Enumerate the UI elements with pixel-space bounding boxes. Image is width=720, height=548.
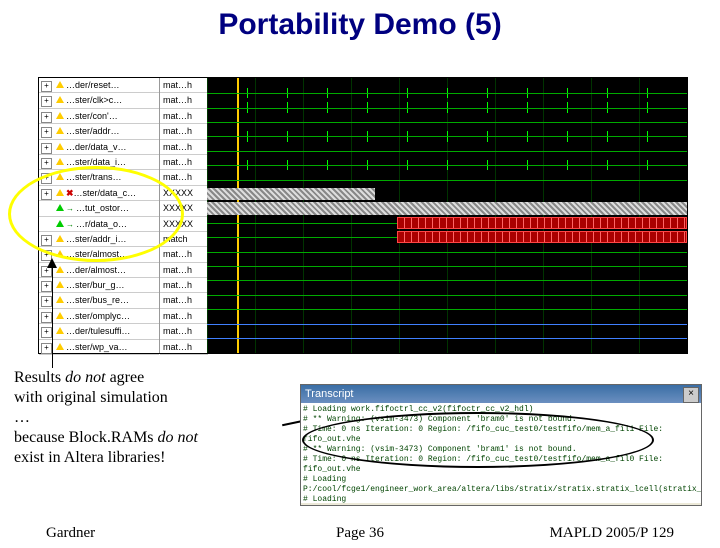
signal-value: mat…h — [160, 340, 208, 355]
transcript-line: # Loading work.fifoctrl_cc_v2(fifoctr_cc… — [303, 405, 699, 415]
signal-row[interactable]: +…ster/omplyc… — [39, 309, 159, 324]
signal-row[interactable]: +…ster/bur_g… — [39, 278, 159, 293]
waveform-row — [207, 288, 687, 302]
waveform-row — [207, 316, 687, 330]
slide-title: Portability Demo (5) — [0, 8, 720, 42]
waveform-row — [207, 129, 687, 143]
waveform-row — [207, 201, 687, 215]
waveform-row — [207, 216, 687, 230]
results-text-block: Results do not agree with original simul… — [14, 368, 294, 468]
signal-row[interactable]: +…ster/wp_va… — [39, 340, 159, 355]
transcript-title-text: Transcript — [305, 388, 354, 400]
signal-value: mat…h — [160, 109, 208, 124]
results-line4a: because Block.RAMs — [14, 429, 158, 446]
results-line4-em: do not — [158, 429, 198, 446]
waveform-row — [207, 273, 687, 287]
signal-value: mat…h — [160, 293, 208, 308]
waveform-row — [207, 115, 687, 129]
close-icon[interactable]: × — [683, 387, 699, 403]
signal-value: mat…h — [160, 247, 208, 262]
slide-footer: Gardner Page 36 MAPLD 2005/P 129 — [0, 525, 720, 542]
signal-row[interactable]: +…ster/addr_i… — [39, 232, 159, 247]
footer-author: Gardner — [46, 525, 95, 542]
waveform-row — [207, 144, 687, 158]
signal-row[interactable]: +…ster/almost… — [39, 247, 159, 262]
signal-row[interactable]: +…ster/con'… — [39, 109, 159, 124]
annotation-arrow-shaft — [52, 262, 53, 368]
waveform-row — [207, 86, 687, 100]
signal-row[interactable]: +…ster/data_i… — [39, 155, 159, 170]
waveform-row — [207, 331, 687, 345]
transcript-line: # ** Warning: (vsim-3473) Component 'bra… — [303, 445, 699, 455]
signal-value: mat…h — [160, 124, 208, 139]
signal-value: mat…h — [160, 278, 208, 293]
results-line5: exist in Altera libraries! — [14, 449, 166, 466]
waveform-row — [207, 302, 687, 316]
signal-value: match — [160, 232, 208, 247]
signal-value: mat…h — [160, 140, 208, 155]
waveform-row — [207, 158, 687, 172]
transcript-line: # Loading P:/cool/fcge1/engineer_work_ar… — [303, 495, 699, 503]
transcript-body: # Loading work.fifoctrl_cc_v2(fifoctr_cc… — [301, 403, 701, 503]
footer-conference: MAPLD 2005/P 129 — [550, 525, 674, 542]
signal-value-panel: mat…hmat…hmat…hmat…hmat…hmat…hmat…hXXXXX… — [159, 78, 208, 353]
signal-value: mat…h — [160, 155, 208, 170]
signal-value: mat…h — [160, 170, 208, 185]
signal-row[interactable]: +→…r/data_o… — [39, 217, 159, 232]
waveform-viewer: +…der/reset…+…ster/clk>c…+…ster/con'…+…s… — [38, 77, 688, 354]
transcript-window: Transcript × # Loading work.fifoctrl_cc_… — [300, 384, 702, 506]
signal-row[interactable]: +…ster/trans… — [39, 170, 159, 185]
signal-name-panel: +…der/reset…+…ster/clk>c…+…ster/con'…+…s… — [39, 78, 159, 353]
signal-value: XXXXX — [160, 186, 208, 201]
signal-value: mat…h — [160, 78, 208, 93]
signal-value: mat…h — [160, 93, 208, 108]
signal-value: XXXXX — [160, 201, 208, 216]
waveform-row — [207, 187, 687, 201]
signal-value: mat…h — [160, 263, 208, 278]
signal-value: mat…h — [160, 309, 208, 324]
waveform-row — [207, 244, 687, 258]
signal-row[interactable]: +…der/data_v… — [39, 140, 159, 155]
results-line1b: agree — [106, 369, 145, 386]
transcript-line: # ** Warning: (vsim-3473) Component 'bra… — [303, 415, 699, 425]
waveform-panel — [207, 78, 687, 353]
signal-value: XXXXX — [160, 217, 208, 232]
results-line1-em: do not — [65, 369, 105, 386]
signal-row[interactable]: +…ster/bus_re… — [39, 293, 159, 308]
signal-row[interactable]: +…ster/addr… — [39, 124, 159, 139]
transcript-titlebar[interactable]: Transcript × — [301, 385, 701, 403]
signal-row[interactable]: +…ster/clk>c… — [39, 93, 159, 108]
waveform-row — [207, 172, 687, 186]
waveform-row — [207, 230, 687, 244]
transcript-line: # Time: 0 ns Iteration: 0 Region: /fifo_… — [303, 425, 699, 445]
annotation-arrow-head — [47, 258, 57, 268]
signal-row[interactable]: +→…tut_ostor… — [39, 201, 159, 216]
results-line2: with original simulation — [14, 389, 168, 406]
signal-value: mat…h — [160, 324, 208, 339]
signal-row[interactable]: +✖…ster/data_c… — [39, 186, 159, 201]
signal-row[interactable]: +…der/tulesuffi… — [39, 324, 159, 339]
transcript-line: # Loading P:/cool/fcge1/engineer_work_ar… — [303, 475, 699, 495]
waveform-row — [207, 100, 687, 114]
transcript-line: # Time: 0 ns Iteration: 0 Region: /fifo_… — [303, 455, 699, 475]
results-line3: … — [14, 409, 30, 426]
signal-row[interactable]: +…der/almost… — [39, 263, 159, 278]
waveform-row — [207, 259, 687, 273]
signal-row[interactable]: +…der/reset… — [39, 78, 159, 93]
results-line1a: Results — [14, 369, 65, 386]
